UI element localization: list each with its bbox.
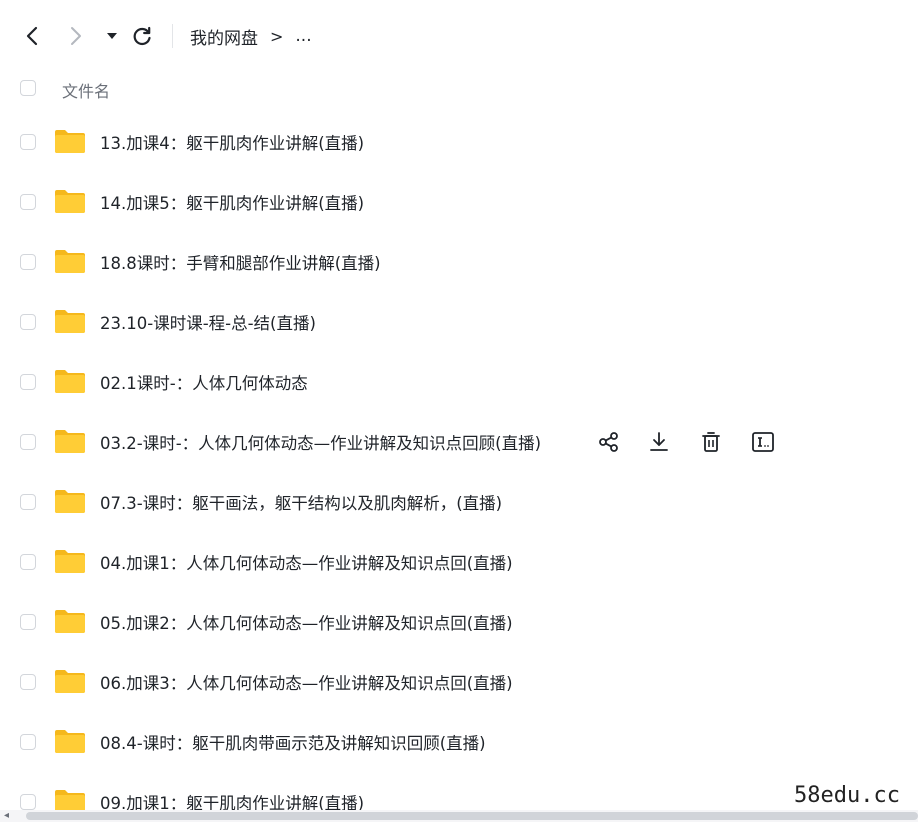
- row-checkbox[interactable]: [20, 734, 36, 750]
- folder-icon: [55, 610, 85, 633]
- breadcrumb: 我的网盘 > ...: [190, 22, 312, 50]
- row-checkbox[interactable]: [20, 194, 36, 210]
- file-browser: 我的网盘 > ... 文件名 13.加课4：躯干肌肉作业讲解(直播) 14.加课…: [0, 0, 918, 822]
- folder-icon: [55, 370, 85, 393]
- chevron-left-icon: [26, 26, 38, 46]
- table-row[interactable]: 07.3-课时：躯干画法，躯干结构以及肌肉解析，(直播): [0, 472, 918, 532]
- row-checkbox[interactable]: [20, 674, 36, 690]
- folder-icon: [55, 430, 85, 453]
- row-checkbox[interactable]: [20, 494, 36, 510]
- breadcrumb-root[interactable]: 我的网盘: [190, 24, 258, 49]
- breadcrumb-more[interactable]: ...: [295, 26, 311, 46]
- forward-button[interactable]: [62, 22, 90, 50]
- row-checkbox[interactable]: [20, 554, 36, 570]
- file-name: 18.8课时：手臂和腿部作业讲解(直播): [100, 254, 381, 273]
- file-name: 14.加课5：躯干肌肉作业讲解(直播): [100, 194, 365, 213]
- file-name: 23.10-课时课-程-总-结(直播): [100, 314, 316, 333]
- table-row[interactable]: 13.加课4：躯干肌肉作业讲解(直播): [0, 112, 918, 172]
- watermark: 58edu.cc: [790, 783, 904, 808]
- rename-button[interactable]: [750, 429, 776, 455]
- file-name: 06.加课3：人体几何体动态—作业讲解及知识点回(直播): [100, 674, 513, 693]
- list-header: 文件名: [0, 70, 918, 108]
- history-dropdown-button[interactable]: [98, 22, 126, 50]
- refresh-button[interactable]: [128, 22, 156, 50]
- back-button[interactable]: [18, 22, 46, 50]
- table-row[interactable]: 23.10-课时课-程-总-结(直播): [0, 292, 918, 352]
- table-row[interactable]: 02.1课时-：人体几何体动态: [0, 352, 918, 412]
- toolbar: 我的网盘 > ...: [0, 0, 918, 70]
- download-button[interactable]: [646, 429, 672, 455]
- table-row[interactable]: 08.4-课时：躯干肌肉带画示范及讲解知识回顾(直播): [0, 712, 918, 772]
- select-all-checkbox[interactable]: [20, 80, 36, 96]
- refresh-icon: [133, 26, 151, 46]
- chevron-right-icon: [71, 27, 81, 45]
- folder-icon: [55, 730, 85, 753]
- caret-down-icon: [107, 33, 117, 39]
- share-button[interactable]: [596, 429, 622, 455]
- folder-icon: [55, 490, 85, 513]
- share-icon: [599, 432, 618, 452]
- folder-icon: [55, 550, 85, 573]
- file-name: 08.4-课时：躯干肌肉带画示范及讲解知识回顾(直播): [100, 734, 486, 753]
- file-list: 13.加课4：躯干肌肉作业讲解(直播) 14.加课5：躯干肌肉作业讲解(直播) …: [0, 112, 918, 822]
- folder-icon: [55, 670, 85, 693]
- row-checkbox[interactable]: [20, 314, 36, 330]
- toolbar-divider: [172, 24, 173, 48]
- row-checkbox[interactable]: [20, 374, 36, 390]
- folder-icon: [55, 250, 85, 273]
- file-name: 05.加课2：人体几何体动态—作业讲解及知识点回(直播): [100, 614, 513, 633]
- table-row[interactable]: 14.加课5：躯干肌肉作业讲解(直播): [0, 172, 918, 232]
- table-row[interactable]: 05.加课2：人体几何体动态—作业讲解及知识点回(直播): [0, 592, 918, 652]
- download-icon: [650, 432, 668, 451]
- table-row-hovered[interactable]: 03.2-课时-：人体几何体动态—作业讲解及知识点回顾(直播): [0, 412, 918, 472]
- file-name: 03.2-课时-：人体几何体动态—作业讲解及知识点回顾(直播): [100, 434, 542, 453]
- row-checkbox[interactable]: [20, 794, 36, 810]
- row-checkbox[interactable]: [20, 134, 36, 150]
- breadcrumb-separator: >: [270, 26, 284, 46]
- name-column-header[interactable]: 文件名: [62, 78, 110, 102]
- file-name: 13.加课4：躯干肌肉作业讲解(直播): [100, 134, 365, 153]
- folder-icon: [55, 130, 85, 153]
- file-name: 04.加课1：人体几何体动态—作业讲解及知识点回(直播): [100, 554, 513, 573]
- scrollbar-thumb[interactable]: [26, 812, 918, 820]
- table-row[interactable]: 18.8课时：手臂和腿部作业讲解(直播): [0, 232, 918, 292]
- row-checkbox[interactable]: [20, 434, 36, 450]
- horizontal-scrollbar[interactable]: ◂: [0, 810, 918, 822]
- folder-icon: [55, 310, 85, 333]
- row-checkbox[interactable]: [20, 614, 36, 630]
- scroll-left-arrow-icon[interactable]: ◂: [4, 811, 9, 821]
- rename-icon: [752, 432, 774, 452]
- table-row[interactable]: 04.加课1：人体几何体动态—作业讲解及知识点回(直播): [0, 532, 918, 592]
- table-row[interactable]: 06.加课3：人体几何体动态—作业讲解及知识点回(直播): [0, 652, 918, 712]
- delete-button[interactable]: [698, 429, 724, 455]
- folder-icon: [55, 190, 85, 213]
- file-name: 02.1课时-：人体几何体动态: [100, 374, 308, 393]
- row-checkbox[interactable]: [20, 254, 36, 270]
- file-name: 07.3-课时：躯干画法，躯干结构以及肌肉解析，(直播): [100, 494, 503, 513]
- trash-icon: [702, 432, 720, 452]
